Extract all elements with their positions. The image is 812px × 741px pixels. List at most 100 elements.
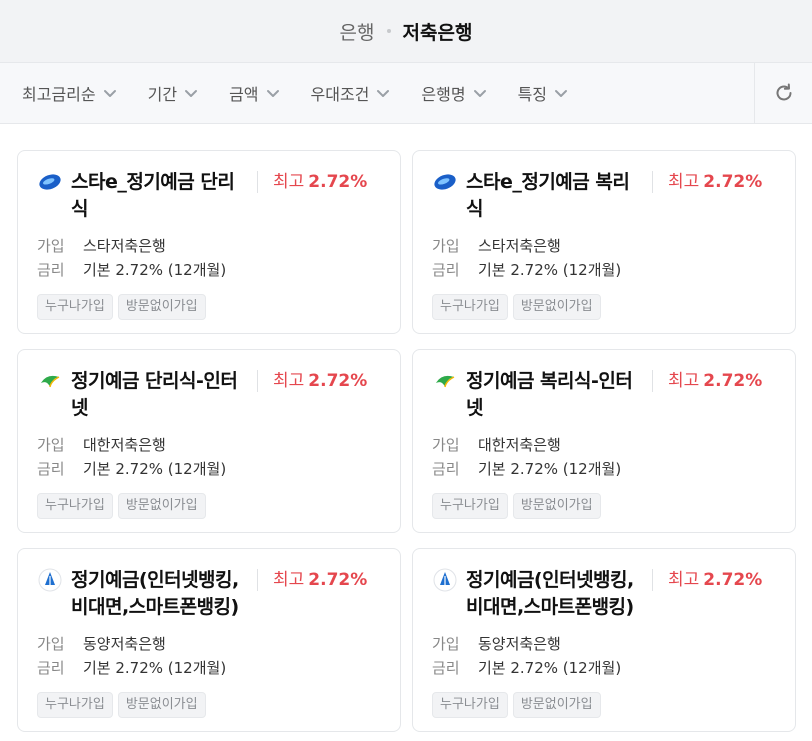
- max-rate: 최고 2.72%: [273, 169, 367, 195]
- breadcrumb-current: 저축은행: [402, 21, 473, 44]
- chevron-down-icon: [185, 90, 198, 97]
- product-title-line: 비대면,스마트폰뱅킹): [466, 596, 634, 618]
- max-rate: 최고 2.72%: [273, 368, 367, 394]
- filter-conditions[interactable]: 우대조건: [311, 81, 392, 105]
- product-title: 정기예금(인터넷뱅킹, 비대면,스마트폰뱅킹): [71, 567, 253, 621]
- product-list: 스타e_정기예금 단리 식 최고 2.72% 가입 스타저축은행 금리 기본 2.72…: [0, 124, 812, 732]
- product-card[interactable]: 정기예금(인터넷뱅킹, 비대면,스마트폰뱅킹) 최고 2.72% 가입 동양저축은행…: [412, 548, 796, 732]
- max-rate: 최고 2.72%: [668, 567, 762, 593]
- max-rate-value: 2.72%: [308, 570, 368, 590]
- tag-anyone: 누구나가입: [37, 294, 113, 320]
- bank-name: 스타저축은행: [83, 237, 166, 255]
- product-title-line: 정기예금(인터넷뱅킹,: [71, 569, 239, 591]
- rate-label: 금리: [37, 460, 65, 478]
- star-bank-logo-icon: [37, 169, 63, 195]
- max-rate-label: 최고: [273, 570, 305, 590]
- max-rate-value: 2.72%: [703, 172, 763, 192]
- filter-label: 특징: [517, 85, 548, 104]
- filter-period[interactable]: 기간: [148, 81, 199, 105]
- divider: [652, 171, 653, 193]
- base-rate: 기본 2.72% (12개월): [478, 261, 622, 279]
- product-title-line: 식: [71, 198, 88, 220]
- product-card[interactable]: 정기예금 단리식-인터 넷 최고 2.72% 가입 대한저축은행 금리 기본 2.72…: [17, 349, 401, 533]
- rate-label: 금리: [432, 460, 460, 478]
- product-card[interactable]: 스타e_정기예금 단리 식 최고 2.72% 가입 스타저축은행 금리 기본 2.72…: [17, 150, 401, 334]
- tag-anyone: 누구나가입: [37, 493, 113, 519]
- join-label: 가입: [432, 635, 460, 653]
- bank-name: 대한저축은행: [83, 436, 166, 454]
- base-rate: 기본 2.72% (12개월): [478, 460, 622, 478]
- filter-bar: 최고금리순 기간 금액 우대조건 은행명 특징: [0, 62, 812, 124]
- join-label: 가입: [37, 237, 65, 255]
- max-rate: 최고 2.72%: [273, 567, 367, 593]
- chevron-down-icon: [377, 90, 390, 97]
- filter-label: 최고금리순: [22, 85, 96, 104]
- chevron-down-icon: [266, 90, 279, 97]
- product-card[interactable]: 스타e_정기예금 복리 식 최고 2.72% 가입 스타저축은행 금리 기본 2.72…: [412, 150, 796, 334]
- bank-name: 동양저축은행: [478, 635, 561, 653]
- filter-label: 은행명: [421, 85, 466, 104]
- refresh-icon: [776, 83, 791, 101]
- base-rate: 기본 2.72% (12개월): [83, 261, 227, 279]
- rate-label: 금리: [432, 659, 460, 677]
- breadcrumb-parent[interactable]: 은행: [340, 18, 375, 45]
- filter-bank-name[interactable]: 은행명: [421, 81, 487, 105]
- max-rate: 최고 2.72%: [668, 368, 762, 394]
- join-label: 가입: [37, 436, 65, 454]
- filter-label: 금액: [229, 85, 259, 104]
- product-card[interactable]: 정기예금 복리식-인터 넷 최고 2.72% 가입 대한저축은행 금리 기본 2.72…: [412, 349, 796, 533]
- filter-label: 기간: [147, 85, 178, 104]
- tag-no-visit: 방문없이가입: [512, 294, 601, 320]
- rate-label: 금리: [37, 659, 65, 677]
- product-title: 정기예금(인터넷뱅킹, 비대면,스마트폰뱅킹): [466, 567, 648, 621]
- dongyang-bank-logo-icon: [37, 567, 63, 593]
- chevron-down-icon: [555, 90, 568, 97]
- filter-sort[interactable]: 최고금리순: [22, 81, 118, 105]
- max-rate-label: 최고: [273, 371, 305, 391]
- chevron-down-icon: [473, 90, 486, 97]
- filter-list: 최고금리순 기간 금액 우대조건 은행명 특징: [0, 81, 569, 105]
- rate-label: 금리: [432, 261, 460, 279]
- star-bank-logo-icon: [432, 169, 458, 195]
- chevron-down-icon: [103, 90, 116, 97]
- product-title: 스타e_정기예금 복리 식: [466, 169, 648, 223]
- max-rate-value: 2.72%: [308, 172, 368, 192]
- product-title: 정기예금 복리식-인터 넷: [466, 368, 648, 422]
- join-label: 가입: [432, 237, 460, 255]
- divider: [257, 370, 258, 392]
- product-title-line: 정기예금 복리식-인터: [466, 370, 633, 392]
- base-rate: 기본 2.72% (12개월): [83, 460, 227, 478]
- product-title-line: 비대면,스마트폰뱅킹): [71, 596, 239, 618]
- max-rate-value: 2.72%: [703, 371, 763, 391]
- product-title-line: 정기예금 단리식-인터: [71, 370, 238, 392]
- breadcrumb: 은행 저축은행: [0, 0, 812, 62]
- daehan-bank-logo-icon: [432, 368, 458, 394]
- base-rate: 기본 2.72% (12개월): [83, 659, 227, 677]
- max-rate-label: 최고: [668, 570, 700, 590]
- product-title-line: 정기예금(인터넷뱅킹,: [466, 569, 634, 591]
- tag-no-visit: 방문없이가입: [512, 493, 601, 519]
- divider: [652, 370, 653, 392]
- breadcrumb-separator: [386, 29, 391, 33]
- tag-anyone: 누구나가입: [432, 294, 508, 320]
- tag-no-visit: 방문없이가입: [512, 692, 601, 718]
- filter-label: 우대조건: [310, 85, 370, 104]
- bank-name: 동양저축은행: [83, 635, 166, 653]
- product-title: 스타e_정기예금 단리 식: [71, 169, 253, 223]
- product-title-line: 넷: [71, 397, 88, 419]
- product-card[interactable]: 정기예금(인터넷뱅킹, 비대면,스마트폰뱅킹) 최고 2.72% 가입 동양저축은행…: [17, 548, 401, 732]
- refresh-button[interactable]: [754, 63, 812, 123]
- filter-amount[interactable]: 금액: [229, 81, 280, 105]
- daehan-bank-logo-icon: [37, 368, 63, 394]
- base-rate: 기본 2.72% (12개월): [478, 659, 622, 677]
- product-title-line: 스타e_정기예금 단리: [71, 171, 235, 193]
- max-rate-label: 최고: [668, 172, 700, 192]
- bank-name: 대한저축은행: [478, 436, 561, 454]
- max-rate: 최고 2.72%: [668, 169, 762, 195]
- join-label: 가입: [432, 436, 460, 454]
- tag-anyone: 누구나가입: [432, 692, 508, 718]
- tag-no-visit: 방문없이가입: [117, 692, 206, 718]
- product-title-line: 스타e_정기예금 복리: [466, 171, 630, 193]
- filter-features[interactable]: 특징: [518, 81, 569, 105]
- divider: [257, 171, 258, 193]
